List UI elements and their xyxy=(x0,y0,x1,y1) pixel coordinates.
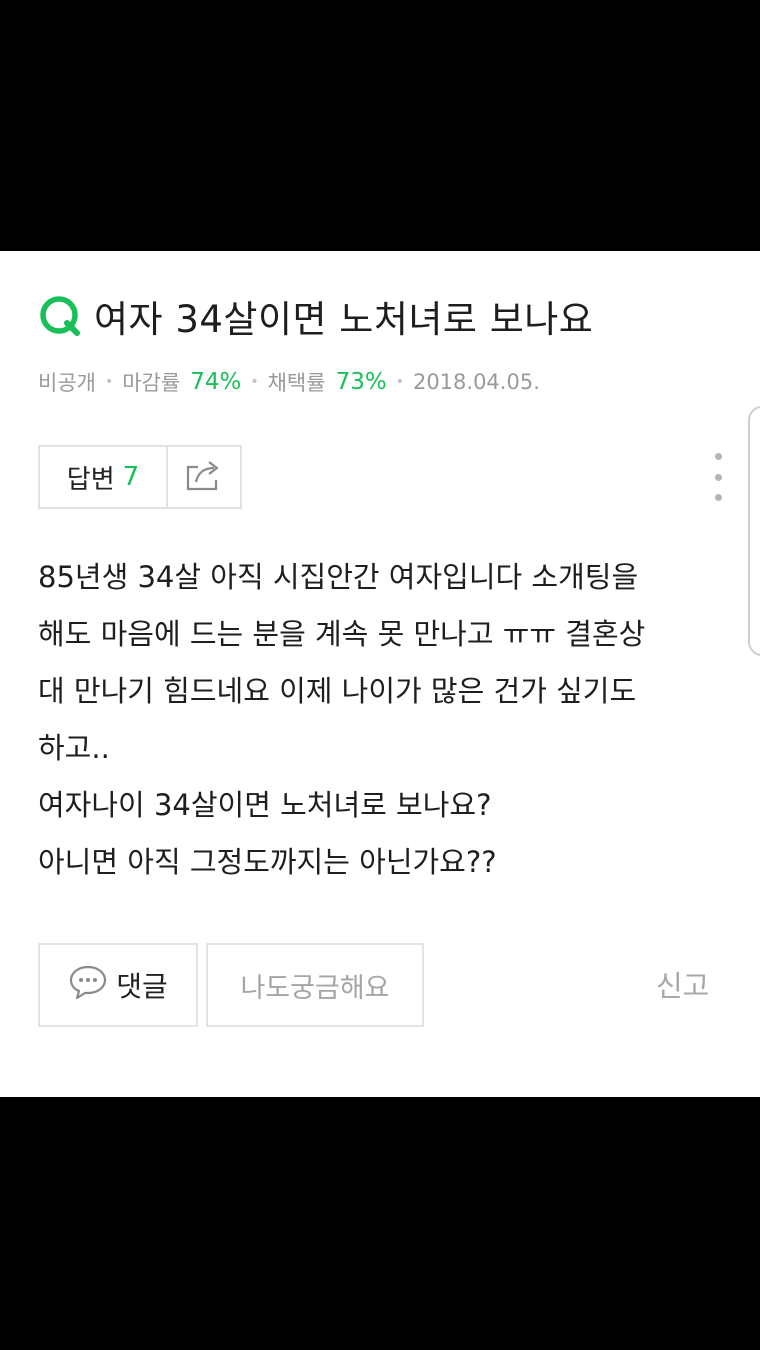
answer-label: 답변 xyxy=(66,464,115,495)
body-line: 아니면 아직 그정도까지는 아닌가요?? xyxy=(38,845,497,879)
more-dot xyxy=(714,494,722,501)
comment-label: 댓글 xyxy=(116,970,168,1003)
deadline-rate: 74% xyxy=(190,369,242,395)
question-title-row: 여자 34살이면 노처녀로 보나요 xyxy=(38,291,593,341)
body-line: 해도 마음에 드는 분을 계속 못 만나고 ㅠㅠ 결혼상 xyxy=(38,617,646,651)
answer-share-group: 답변 7 xyxy=(38,445,242,509)
visibility-label: 비공개 xyxy=(38,371,96,395)
share-icon xyxy=(184,458,224,496)
meta-separator: • xyxy=(104,374,114,390)
meta-separator: • xyxy=(395,374,404,390)
question-body: 85년생 34살 아직 시집안간 여자입니다 소개팅을 해도 마음에 드는 분을… xyxy=(38,549,728,891)
answer-count: 7 xyxy=(122,462,140,492)
question-date: 2018.04.05. xyxy=(412,370,540,394)
question-meta: 비공개 • 마감률 74% • 채택률 73% • 2018.04.05. xyxy=(38,367,540,397)
more-dot xyxy=(714,453,722,460)
share-button[interactable] xyxy=(168,447,240,507)
report-link[interactable]: 신고 xyxy=(656,963,709,1005)
answer-button[interactable]: 답변 7 xyxy=(40,447,168,507)
more-dot xyxy=(714,473,722,481)
adoption-label: 채택률 xyxy=(267,371,326,395)
edge-panel-handle[interactable] xyxy=(748,406,760,656)
body-line: 하고.. xyxy=(38,731,110,765)
curious-label: 나도궁금해요 xyxy=(240,972,390,1004)
body-line: 여자나이 34살이면 노처녀로 보나요? xyxy=(38,788,492,822)
me-too-curious-button[interactable]: 나도궁금해요 xyxy=(206,943,424,1027)
speech-bubble-icon xyxy=(68,964,116,1007)
adoption-rate: 73% xyxy=(335,369,387,395)
question-card: 여자 34살이면 노처녀로 보나요 비공개 • 마감률 74% • 채택률 73… xyxy=(0,251,760,1097)
question-title: 여자 34살이면 노처녀로 보나요 xyxy=(94,298,594,341)
body-line: 85년생 34살 아직 시집안간 여자입니다 소개팅을 xyxy=(38,560,639,594)
q-icon xyxy=(38,294,82,338)
body-line: 대 만나기 힘드네요 이제 나이가 많은 건가 싶기도 xyxy=(38,674,637,708)
comment-button[interactable]: 댓글 xyxy=(38,943,198,1027)
meta-separator: • xyxy=(250,374,259,390)
more-vertical-icon[interactable] xyxy=(704,453,732,501)
deadline-label: 마감률 xyxy=(122,371,181,395)
